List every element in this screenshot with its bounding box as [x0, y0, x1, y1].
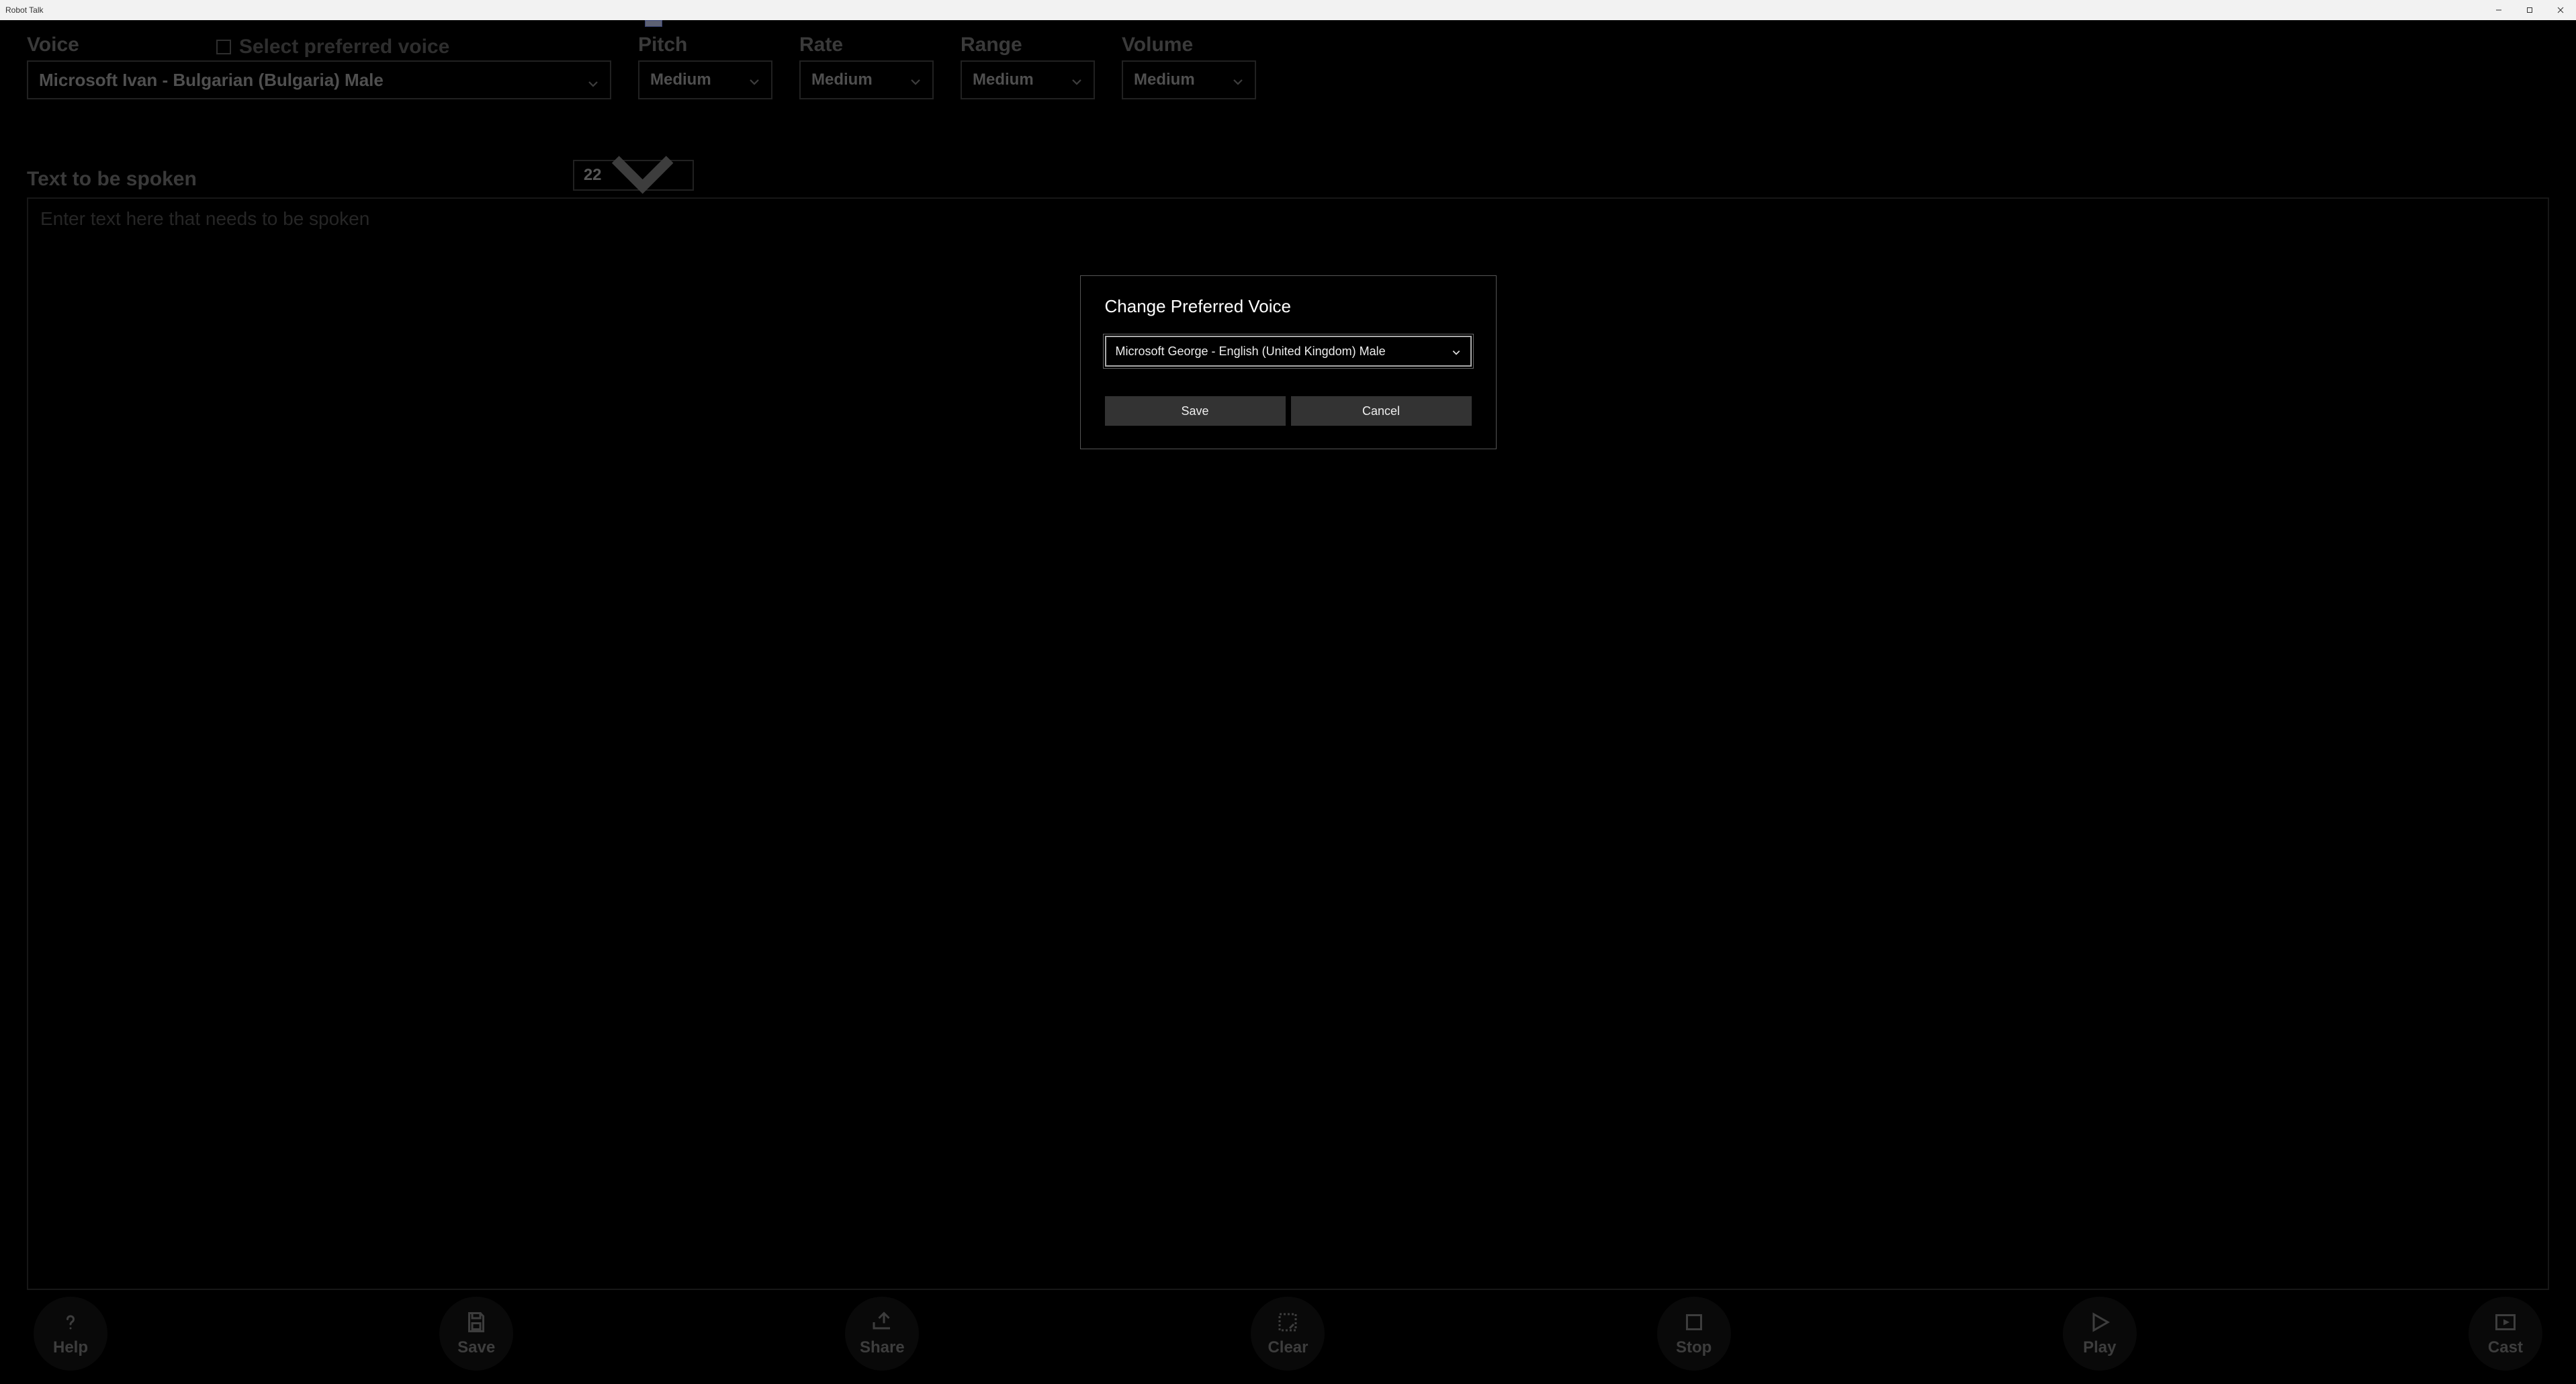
- preferred-voice-value: Microsoft George - English (United Kingd…: [1116, 344, 1386, 359]
- chevron-down-icon: [1452, 347, 1461, 356]
- help-button[interactable]: Help: [34, 1297, 107, 1371]
- volume-value: Medium: [1134, 71, 1195, 89]
- pitch-column: Pitch Medium: [638, 34, 772, 99]
- pitch-value: Medium: [650, 71, 711, 89]
- dialog-cancel-button[interactable]: Cancel: [1291, 396, 1472, 426]
- dialog-save-button[interactable]: Save: [1105, 396, 1286, 426]
- cast-icon: [2493, 1310, 2518, 1334]
- volume-dropdown[interactable]: Medium: [1122, 60, 1256, 99]
- chevron-down-icon: [1071, 74, 1083, 86]
- save-icon: [464, 1310, 488, 1334]
- voice-dropdown[interactable]: Microsoft Ivan - Bulgarian (Bulgaria) Ma…: [27, 60, 611, 99]
- save-label: Save: [457, 1338, 495, 1357]
- stop-icon: [1682, 1310, 1706, 1334]
- select-preferred-checkbox[interactable]: [216, 40, 231, 54]
- maximize-button[interactable]: [2514, 0, 2545, 20]
- rate-label: Rate: [799, 34, 934, 56]
- share-icon: [870, 1310, 894, 1334]
- dialog-cancel-label: Cancel: [1362, 404, 1400, 418]
- range-value: Medium: [973, 71, 1034, 89]
- save-button[interactable]: Save: [439, 1297, 513, 1371]
- rate-dropdown[interactable]: Medium: [799, 60, 934, 99]
- range-dropdown[interactable]: Medium: [961, 60, 1095, 99]
- selection-marker: [645, 20, 662, 27]
- dialog-title: Change Preferred Voice: [1105, 296, 1472, 317]
- stop-label: Stop: [1676, 1338, 1712, 1357]
- bottom-action-bar: Help Save Share Clear Stop Play Cast: [27, 1290, 2549, 1384]
- rate-value: Medium: [811, 71, 873, 89]
- range-column: Range Medium: [961, 34, 1095, 99]
- volume-column: Volume Medium: [1122, 34, 1256, 99]
- share-label: Share: [860, 1338, 905, 1357]
- window-title: Robot Talk: [5, 5, 43, 15]
- speech-text-placeholder: Enter text here that needs to be spoken: [40, 208, 369, 229]
- chevron-down-icon: [748, 74, 760, 86]
- dialog-button-row: Save Cancel: [1105, 396, 1472, 426]
- dialog-save-label: Save: [1181, 404, 1208, 418]
- play-label: Play: [2083, 1338, 2116, 1357]
- top-controls: Voice Select preferred voice Microsoft I…: [27, 34, 2549, 99]
- play-icon: [2088, 1310, 2112, 1334]
- voice-label: Voice: [27, 34, 79, 56]
- window-titlebar: Robot Talk: [0, 0, 2576, 20]
- stop-button[interactable]: Stop: [1657, 1297, 1731, 1371]
- range-label: Range: [961, 34, 1095, 56]
- chevron-down-icon: [909, 74, 922, 86]
- cast-button[interactable]: Cast: [2469, 1297, 2542, 1371]
- play-button[interactable]: Play: [2063, 1297, 2137, 1371]
- clear-icon: [1276, 1310, 1300, 1334]
- select-preferred-label: Select preferred voice: [239, 36, 450, 58]
- share-button[interactable]: Share: [845, 1297, 919, 1371]
- select-preferred-wrap[interactable]: Select preferred voice: [216, 36, 450, 58]
- change-preferred-voice-dialog: Change Preferred Voice Microsoft George …: [1080, 275, 1497, 449]
- voice-column: Voice Select preferred voice Microsoft I…: [27, 34, 611, 99]
- text-header-row: Text to be spoken 22: [27, 160, 2549, 191]
- rate-column: Rate Medium: [799, 34, 934, 99]
- font-size-value: 22: [584, 166, 602, 185]
- clear-button[interactable]: Clear: [1251, 1297, 1325, 1371]
- volume-label: Volume: [1122, 34, 1256, 56]
- app-body: Voice Select preferred voice Microsoft I…: [0, 20, 2576, 1384]
- help-label: Help: [53, 1338, 88, 1357]
- close-button[interactable]: [2545, 0, 2576, 20]
- pitch-label: Pitch: [638, 34, 772, 56]
- font-size-dropdown[interactable]: 22: [573, 160, 694, 191]
- chevron-down-icon: [587, 74, 599, 86]
- help-icon: [58, 1310, 83, 1334]
- window-controls: [2483, 0, 2576, 20]
- voice-header-row: Voice Select preferred voice: [27, 34, 611, 60]
- text-to-speak-label: Text to be spoken: [27, 168, 197, 191]
- voice-dropdown-value: Microsoft Ivan - Bulgarian (Bulgaria) Ma…: [39, 70, 384, 91]
- cast-label: Cast: [2488, 1338, 2523, 1357]
- chevron-down-icon: [1232, 74, 1244, 86]
- pitch-dropdown[interactable]: Medium: [638, 60, 772, 99]
- preferred-voice-dropdown[interactable]: Microsoft George - English (United Kingd…: [1105, 336, 1472, 367]
- clear-label: Clear: [1268, 1338, 1308, 1357]
- minimize-button[interactable]: [2483, 0, 2514, 20]
